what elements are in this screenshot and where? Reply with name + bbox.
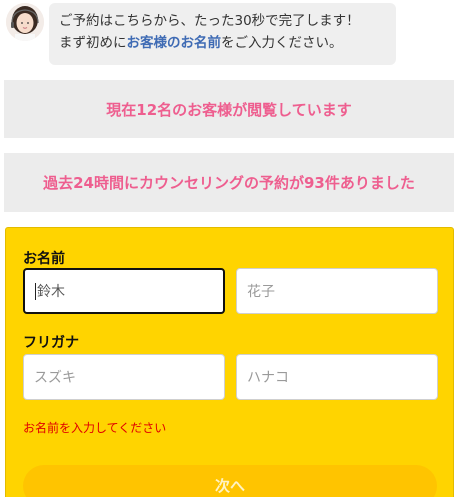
last-name-input[interactable]: 鈴木 bbox=[23, 268, 225, 314]
viewers-notice: 現在12名のお客様が閲覧しています bbox=[4, 80, 454, 138]
chat-line-2: まず初めにお客様のお名前をご入力ください。 bbox=[59, 32, 386, 54]
kana-label: フリガナ bbox=[23, 335, 79, 351]
chat-line-2-prefix: まず初めに bbox=[59, 35, 127, 51]
chat-line-2-suffix: をご入力ください。 bbox=[221, 35, 343, 51]
next-button[interactable]: 次へ bbox=[23, 465, 437, 497]
first-name-input[interactable]: 花子 bbox=[236, 268, 438, 314]
name-label: お名前 bbox=[23, 251, 65, 267]
last-name-kana-input[interactable]: スズキ bbox=[23, 354, 225, 400]
name-form: お名前 鈴木 花子 フリガナ スズキ ハナコ お名前を入力してください 次へ bbox=[5, 227, 454, 497]
reservations-notice: 過去24時間にカウンセリングの予約が93件ありました bbox=[4, 153, 454, 212]
chat-bubble: ご予約はこちらから、たった30秒で完了します！ まず初めにお客様のお名前をご入力… bbox=[49, 3, 396, 65]
chat-line-1: ご予約はこちらから、たった30秒で完了します！ bbox=[59, 13, 360, 29]
error-message: お名前を入力してください bbox=[23, 421, 167, 435]
first-name-kana-input[interactable]: ハナコ bbox=[236, 354, 438, 400]
chat-message: ご予約はこちらから、たった30秒で完了します！ まず初めにお客様のお名前をご入力… bbox=[6, 3, 406, 65]
operator-avatar-icon bbox=[6, 3, 44, 41]
chat-line-2-emphasis: お客様のお名前 bbox=[126, 35, 222, 51]
